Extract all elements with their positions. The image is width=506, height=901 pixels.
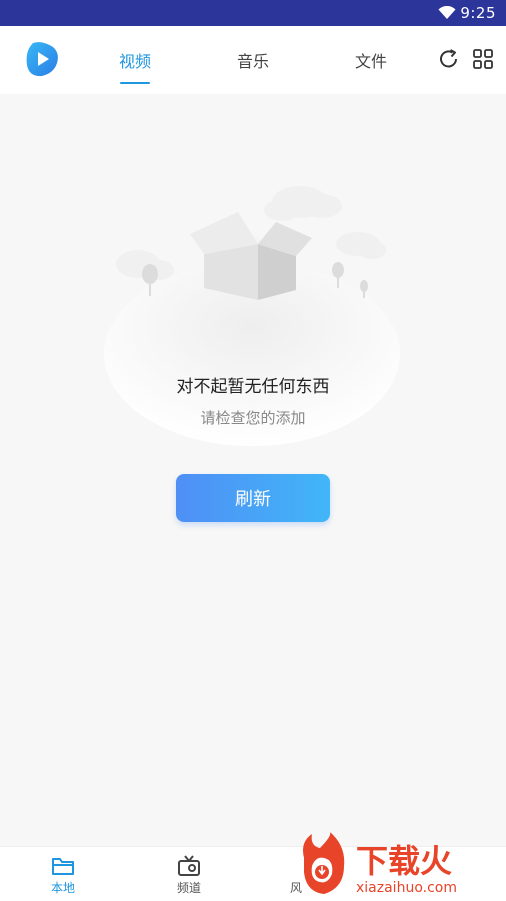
tab-music[interactable]: 音乐	[223, 48, 283, 72]
wifi-icon	[438, 6, 456, 19]
status-time: 9:25	[460, 4, 496, 22]
nav-label-channel: 频道	[176, 881, 201, 895]
top-header: 视频 音乐 文件	[0, 26, 506, 94]
nav-item-channel[interactable]: 频道	[126, 847, 252, 901]
nav-item-local[interactable]: 本地	[0, 847, 126, 901]
tv-icon	[178, 855, 200, 876]
active-tab-indicator	[120, 82, 150, 84]
watermark-logo: 下载火 xiazaihuo.com	[303, 832, 457, 896]
refresh-button[interactable]: 刷新	[176, 474, 330, 522]
status-bar: 9:25	[0, 0, 506, 26]
tab-video[interactable]: 视频	[105, 48, 165, 72]
app-logo[interactable]	[25, 41, 59, 77]
nav-label-local: 本地	[50, 881, 75, 895]
grid-icon[interactable]	[472, 48, 494, 70]
watermark-brand: 下载火	[356, 842, 452, 880]
tab-files[interactable]: 文件	[341, 48, 401, 72]
watermark-url: xiazaihuo.com	[356, 880, 457, 896]
folder-icon	[52, 858, 74, 875]
empty-title: 对不起暂无任何东西	[176, 377, 330, 397]
refresh-icon[interactable]	[438, 48, 460, 70]
empty-subtitle: 请检查您的添加	[200, 409, 306, 427]
content-area: 对不起暂无任何东西 请检查您的添加 刷新	[0, 94, 506, 846]
